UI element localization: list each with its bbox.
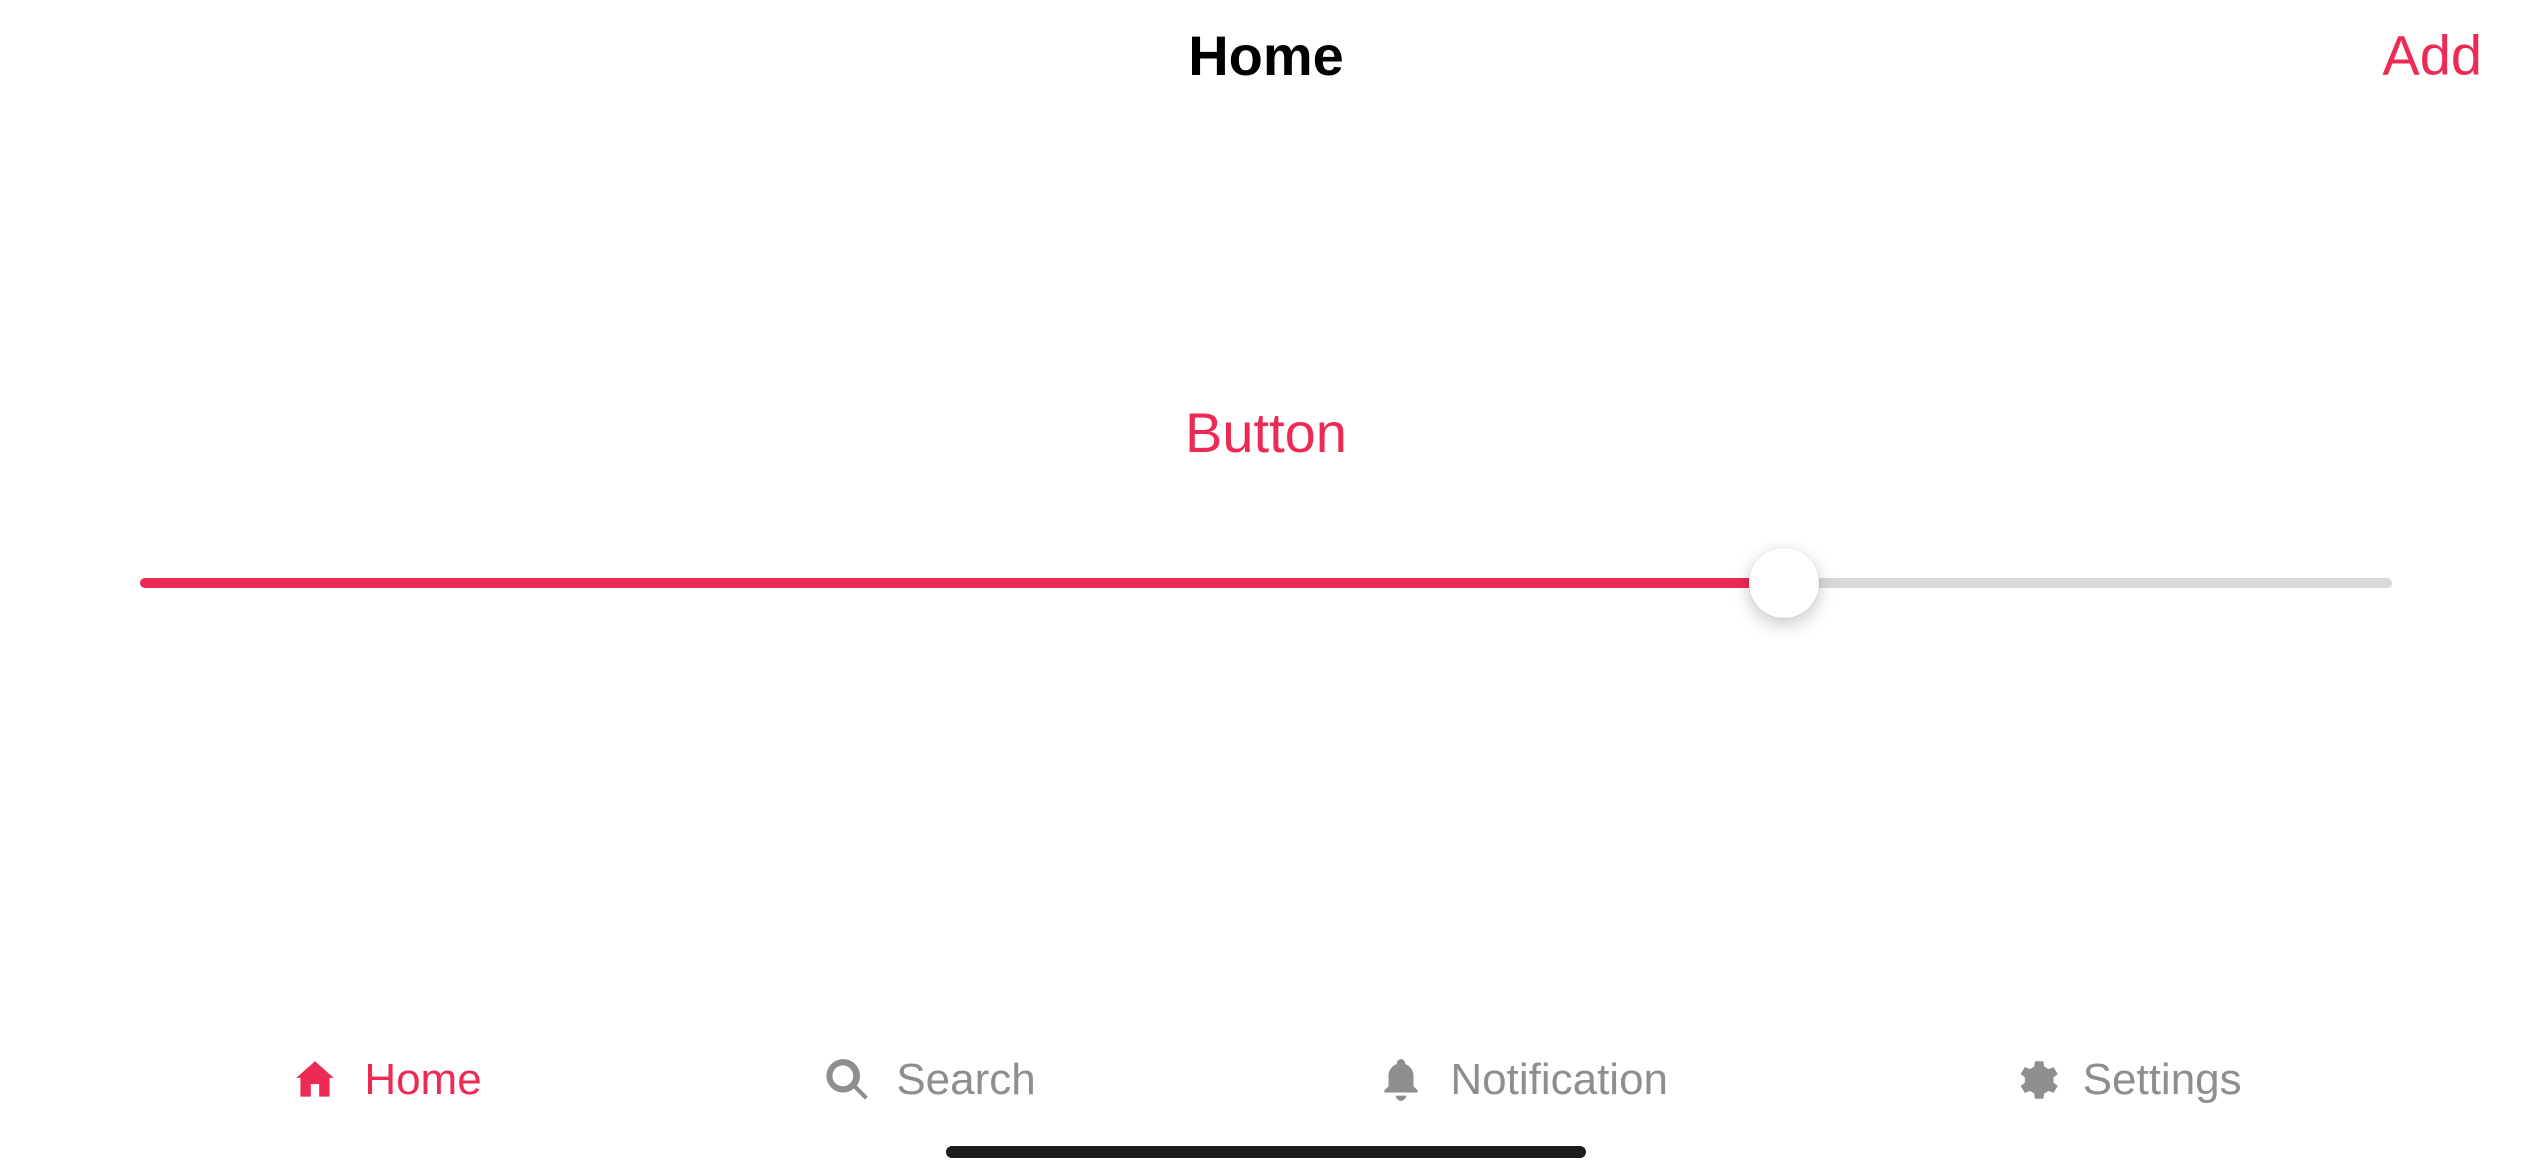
tab-label: Settings bbox=[2083, 1055, 2242, 1105]
main-content: Button bbox=[140, 400, 2392, 611]
add-button[interactable]: Add bbox=[2382, 23, 2482, 88]
tab-settings[interactable]: Settings bbox=[2009, 1055, 2242, 1105]
tab-label: Search bbox=[896, 1055, 1035, 1105]
home-icon bbox=[290, 1055, 340, 1105]
navbar: Home Add bbox=[0, 0, 2532, 110]
bell-icon bbox=[1376, 1055, 1426, 1105]
page-title: Home bbox=[1188, 23, 1344, 88]
tab-search[interactable]: Search bbox=[822, 1055, 1035, 1105]
home-indicator bbox=[946, 1146, 1586, 1158]
search-icon bbox=[822, 1055, 872, 1105]
tab-label: Notification bbox=[1450, 1055, 1668, 1105]
slider[interactable] bbox=[140, 555, 2392, 611]
center-button[interactable]: Button bbox=[1185, 400, 1347, 465]
gear-icon bbox=[2009, 1055, 2059, 1105]
tab-home[interactable]: Home bbox=[290, 1055, 481, 1105]
slider-thumb[interactable] bbox=[1749, 548, 1819, 618]
tab-notification[interactable]: Notification bbox=[1376, 1055, 1668, 1105]
tab-label: Home bbox=[364, 1055, 481, 1105]
slider-fill bbox=[140, 578, 1784, 588]
